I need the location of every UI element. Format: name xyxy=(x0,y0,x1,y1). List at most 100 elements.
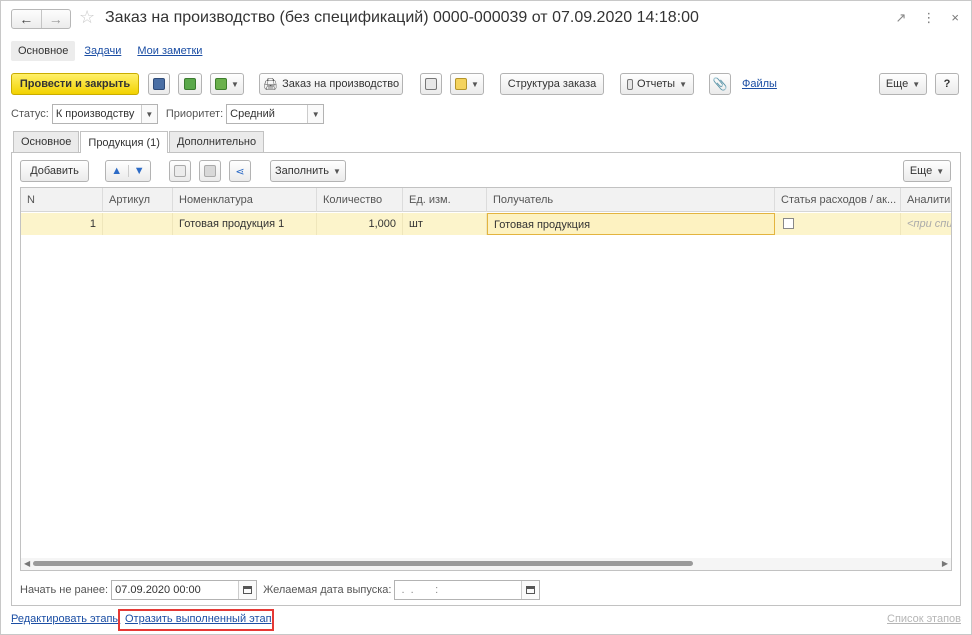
arrow-up-icon[interactable]: ▲ xyxy=(106,165,128,177)
favorite-star-icon[interactable]: ☆ xyxy=(79,7,95,28)
navigation-buttons: ← → xyxy=(11,9,71,29)
tab-products[interactable]: Продукция (1) xyxy=(80,131,168,153)
forward-icon[interactable]: → xyxy=(40,10,71,28)
tab-strip: Основное Продукция (1) Дополнительно xyxy=(13,131,265,153)
printer-icon: 🖨 xyxy=(262,77,279,91)
edit-stages-link[interactable]: Редактировать этапы xyxy=(11,613,120,625)
save-button[interactable] xyxy=(148,73,170,95)
help-button[interactable]: ? xyxy=(935,73,959,95)
status-select[interactable]: К производству ▼ xyxy=(51,104,158,124)
files-link[interactable]: Файлы xyxy=(742,78,777,90)
more-button[interactable]: Еще ▼ xyxy=(879,73,927,95)
fill-label: Заполнить xyxy=(275,165,330,177)
related-documents-icon xyxy=(455,78,468,90)
dates-row: Начать не ранее: 07.09.2020 00:00 Желаем… xyxy=(20,580,541,600)
document-window: ← → ☆ Заказ на производство (без специфи… xyxy=(0,0,972,635)
attach-button[interactable]: 📎 xyxy=(709,73,731,95)
column-header-qty[interactable]: Количество xyxy=(317,188,403,212)
column-header-analytics[interactable]: Аналитик xyxy=(901,188,951,212)
paste-row-button[interactable] xyxy=(199,160,221,182)
cell-unit[interactable]: шт xyxy=(403,213,487,235)
section-panel: Основное Задачи Мои заметки xyxy=(11,39,209,63)
post-button[interactable] xyxy=(178,73,202,95)
column-header-expense[interactable]: Статья расходов / ак... xyxy=(775,188,901,212)
chevron-down-icon: ▼ xyxy=(333,166,341,176)
title-bar: ← → ☆ Заказ на производство (без специфи… xyxy=(1,1,971,35)
release-date-value: . . : xyxy=(398,584,445,596)
table-row[interactable]: 1 Готовая продукция 1 1,000 шт Готовая п… xyxy=(21,213,951,235)
chevron-down-icon[interactable]: ▼ xyxy=(140,105,157,123)
chevron-down-icon[interactable]: ▼ xyxy=(307,105,324,123)
grid-more-button[interactable]: Еще ▼ xyxy=(903,160,951,182)
horizontal-scrollbar[interactable]: ◀ ▶ xyxy=(21,558,951,570)
stage-list-link[interactable]: Список этапов xyxy=(887,613,961,625)
post-and-close-button[interactable]: Провести и закрыть xyxy=(11,73,139,95)
reports-button[interactable]: Отчеты ▼ xyxy=(620,73,694,95)
print-order-label: Заказ на производство xyxy=(282,78,400,90)
post-icon xyxy=(184,78,196,90)
column-header-article[interactable]: Артикул xyxy=(103,188,173,212)
tab-extra[interactable]: Дополнительно xyxy=(168,131,265,152)
tab-main[interactable]: Основное xyxy=(13,131,80,152)
close-icon[interactable]: × xyxy=(951,10,959,26)
cell-n[interactable]: 1 xyxy=(21,213,103,235)
related-documents-button[interactable]: ▼ xyxy=(450,73,484,95)
print-order-button[interactable]: 🖨 Заказ на производство xyxy=(259,73,403,95)
section-tasks[interactable]: Задачи xyxy=(77,41,128,61)
release-date-label: Желаемая дата выпуска: xyxy=(263,584,392,596)
column-header-item[interactable]: Номенклатура xyxy=(173,188,317,212)
scrollbar-thumb[interactable] xyxy=(33,561,693,566)
calendar-icon[interactable] xyxy=(238,581,257,599)
create-based-icon xyxy=(215,78,228,90)
priority-value: Средний xyxy=(230,108,275,120)
status-label: Статус: xyxy=(11,108,49,120)
priority-select[interactable]: Средний ▼ xyxy=(226,104,325,124)
cell-recipient[interactable]: Готовая продукция xyxy=(487,213,775,235)
start-date-value: 07.09.2020 00:00 xyxy=(115,584,201,596)
more-label: Еще xyxy=(885,78,909,90)
chevron-down-icon: ▼ xyxy=(912,79,921,89)
link-icon[interactable]: ↗ xyxy=(896,10,907,26)
cell-expense[interactable] xyxy=(775,213,901,235)
scroll-left-icon[interactable]: ◀ xyxy=(24,559,30,568)
footer-bar: Редактировать этапы Отразить выполненный… xyxy=(11,609,961,631)
order-structure-button[interactable]: Структура заказа xyxy=(500,73,604,95)
priority-label: Приоритет: xyxy=(165,108,224,120)
copy-row-button[interactable] xyxy=(169,160,191,182)
more-icon[interactable]: ⋮ xyxy=(922,10,935,26)
fill-button[interactable]: Заполнить ▼ xyxy=(270,160,346,182)
cell-analytics[interactable]: <при спи xyxy=(901,213,951,235)
window-title: Заказ на производство (без спецификаций)… xyxy=(105,9,699,26)
expense-checkbox[interactable] xyxy=(783,218,794,229)
cell-qty[interactable]: 1,000 xyxy=(317,213,403,235)
arrow-down-icon[interactable]: ▼ xyxy=(127,165,151,177)
column-header-recipient[interactable]: Получатель xyxy=(487,188,775,212)
chevron-down-icon: ▼ xyxy=(231,79,239,89)
section-notes[interactable]: Мои заметки xyxy=(130,41,209,61)
report-structure-button[interactable] xyxy=(420,73,442,95)
split-row-button[interactable]: ⋖ xyxy=(229,160,251,182)
save-icon xyxy=(153,78,165,90)
create-based-on-button[interactable]: ▼ xyxy=(210,73,244,95)
reports-label: Отчеты xyxy=(637,78,676,90)
products-table[interactable]: N Артикул Номенклатура Количество Ед. из… xyxy=(20,187,952,571)
column-header-n[interactable]: N xyxy=(21,188,103,212)
cell-item[interactable]: Готовая продукция 1 xyxy=(173,213,317,235)
products-panel: Добавить ▲ ▼ ⋖ Заполнить ▼ Еще ▼ N Артик… xyxy=(11,152,961,606)
chevron-down-icon: ▼ xyxy=(936,166,945,176)
release-date-field[interactable]: . . : xyxy=(394,580,541,600)
status-row: Статус: К производству ▼ Приоритет: Сред… xyxy=(11,103,325,125)
title-actions: ↗ ⋮ × xyxy=(896,10,960,26)
column-header-unit[interactable]: Ед. изм. xyxy=(403,188,487,212)
reflect-stage-link[interactable]: Отразить выполненный этап xyxy=(125,613,272,625)
scroll-right-icon[interactable]: ▶ xyxy=(942,559,948,568)
section-main[interactable]: Основное xyxy=(11,41,76,61)
chevron-down-icon: ▼ xyxy=(679,79,687,89)
start-date-field[interactable]: 07.09.2020 00:00 xyxy=(111,580,258,600)
cell-article[interactable] xyxy=(103,213,173,235)
calendar-icon[interactable] xyxy=(521,581,540,599)
move-buttons: ▲ ▼ xyxy=(105,160,151,182)
add-row-button[interactable]: Добавить xyxy=(20,160,89,182)
back-icon[interactable]: ← xyxy=(12,10,41,28)
command-bar: Провести и закрыть ▼ 🖨 Заказ на производ… xyxy=(11,73,961,97)
